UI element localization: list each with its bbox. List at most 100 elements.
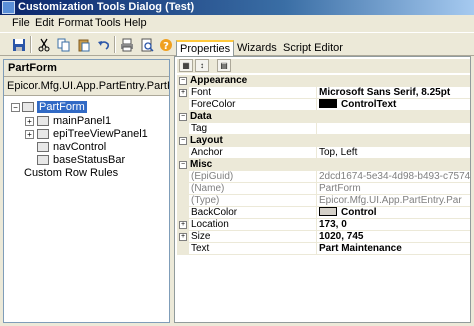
- property-value[interactable]: Part Maintenance: [317, 243, 470, 255]
- tab-wizards[interactable]: Wizards: [234, 41, 280, 56]
- menu-edit[interactable]: Edit: [35, 17, 54, 29]
- expand-icon[interactable]: +: [25, 130, 34, 139]
- cut-icon[interactable]: [35, 36, 52, 53]
- paste-icon[interactable]: [75, 36, 92, 53]
- row-margin: [177, 123, 189, 135]
- statusbar-icon: [37, 155, 49, 165]
- tree-node-label: navControl: [53, 141, 107, 153]
- tree-node-label: epiTreeViewPanel1: [53, 128, 148, 140]
- copy-icon[interactable]: [55, 36, 72, 53]
- expand-icon[interactable]: +: [179, 89, 187, 97]
- property-value[interactable]: 1020, 745: [317, 231, 470, 243]
- print-preview-icon[interactable]: [138, 36, 155, 53]
- tree-node-custom-row-rules[interactable]: Custom Row Rules: [4, 167, 169, 181]
- property-row-backcolor[interactable]: BackColor Control: [177, 207, 470, 219]
- categorized-icon[interactable]: ▦: [179, 59, 193, 72]
- property-name: Size: [189, 231, 317, 243]
- row-margin: [177, 99, 189, 111]
- tree-node-partform[interactable]: − PartForm: [4, 101, 169, 115]
- property-name: Location: [189, 219, 317, 231]
- menu-help[interactable]: Help: [124, 17, 147, 29]
- property-row-epiguid[interactable]: (EpiGuid) 2dcd1674-5e34-4d98-b493-c75747: [177, 171, 470, 183]
- toolbar-separator: [114, 36, 116, 53]
- tree-node-mainpanel1[interactable]: + mainPanel1: [4, 115, 169, 129]
- tree-node-label: mainPanel1: [53, 115, 112, 127]
- row-margin: [177, 243, 189, 255]
- property-pages-icon[interactable]: ▤: [217, 59, 231, 72]
- svg-text:?: ?: [163, 41, 169, 52]
- expand-icon[interactable]: +: [179, 221, 187, 229]
- tree-node-navcontrol[interactable]: navControl: [4, 141, 169, 155]
- object-tree: − PartForm + mainPanel1 + epiTreeViewPan…: [4, 97, 169, 217]
- property-name: (Name): [189, 183, 317, 195]
- property-value[interactable]: Top, Left: [317, 147, 470, 159]
- object-path-field[interactable]: Epicor.Mfg.UI.App.PartEntry.PartFor: [4, 77, 169, 96]
- category-label: Appearance: [190, 75, 248, 86]
- customization-dialog: Customization Tools Dialog (Test) File E…: [0, 0, 474, 326]
- property-row-location[interactable]: + Location 173, 0: [177, 219, 470, 231]
- save-icon[interactable]: [10, 36, 27, 53]
- alphabetical-icon[interactable]: ↕: [195, 59, 209, 72]
- property-name: Font: [189, 87, 317, 99]
- property-value[interactable]: [317, 123, 470, 135]
- category-label: Data: [190, 111, 212, 122]
- property-row-name[interactable]: (Name) PartForm: [177, 183, 470, 195]
- tree-node-basestatusbar[interactable]: baseStatusBar: [4, 154, 169, 168]
- category-appearance[interactable]: − Appearance: [177, 75, 470, 87]
- tab-properties[interactable]: Properties: [176, 40, 235, 57]
- tree-node-epitreeviewpanel1[interactable]: + epiTreeViewPanel1: [4, 128, 169, 142]
- category-data[interactable]: − Data: [177, 111, 470, 123]
- menu-format[interactable]: Format: [58, 17, 93, 29]
- color-swatch: [319, 99, 337, 108]
- property-value-cell[interactable]: Control: [317, 207, 470, 219]
- property-row-anchor[interactable]: Anchor Top, Left: [177, 147, 470, 159]
- title-bar[interactable]: Customization Tools Dialog (Test): [0, 0, 474, 15]
- category-misc[interactable]: − Misc: [177, 159, 470, 171]
- row-margin: [177, 207, 189, 219]
- collapse-icon[interactable]: −: [179, 161, 187, 169]
- menu-file[interactable]: File: [12, 17, 30, 29]
- property-value: 2dcd1674-5e34-4d98-b493-c75747: [317, 171, 470, 183]
- collapse-icon[interactable]: −: [179, 137, 187, 145]
- menu-bar: File Edit Format Tools Help: [0, 15, 474, 32]
- undo-icon[interactable]: [95, 36, 112, 53]
- property-name: ForeColor: [189, 99, 317, 111]
- panel-icon: [37, 129, 49, 139]
- color-swatch: [319, 207, 337, 216]
- property-name: Anchor: [189, 147, 317, 159]
- expand-icon[interactable]: +: [25, 117, 34, 126]
- panel-icon: [37, 116, 49, 126]
- property-value[interactable]: 173, 0: [317, 219, 470, 231]
- row-margin: [177, 195, 189, 207]
- toolbar-separator: [30, 36, 32, 53]
- property-row-font[interactable]: + Font Microsoft Sans Serif, 8.25pt: [177, 87, 470, 99]
- collapse-icon[interactable]: −: [11, 103, 20, 112]
- property-value[interactable]: Microsoft Sans Serif, 8.25pt: [317, 87, 470, 99]
- property-row-type[interactable]: (Type) Epicor.Mfg.UI.App.PartEntry.Par: [177, 195, 470, 207]
- property-row-text[interactable]: Text Part Maintenance: [177, 243, 470, 255]
- row-margin: [177, 171, 189, 183]
- property-name: Text: [189, 243, 317, 255]
- menu-tools[interactable]: Tools: [95, 17, 121, 29]
- category-label: Misc: [190, 159, 213, 170]
- print-icon[interactable]: [118, 36, 135, 53]
- expand-icon[interactable]: +: [179, 233, 187, 241]
- property-name: BackColor: [189, 207, 317, 219]
- property-row-tag[interactable]: Tag: [177, 123, 470, 135]
- editor-panel: Properties Wizards Script Editor ▦ ↕ ▤ −…: [174, 40, 471, 323]
- collapse-icon[interactable]: −: [179, 113, 187, 121]
- category-layout[interactable]: − Layout: [177, 135, 470, 147]
- editor-tabs: Properties Wizards Script Editor: [174, 40, 471, 57]
- help-icon[interactable]: ?: [157, 36, 174, 53]
- property-value-cell[interactable]: ControlText: [317, 99, 470, 111]
- properties-tab-content: ▦ ↕ ▤ − Appearance + Font Microsoft Sans…: [174, 56, 471, 323]
- collapse-icon[interactable]: −: [179, 77, 187, 85]
- property-row-size[interactable]: + Size 1020, 745: [177, 231, 470, 243]
- property-value: Control: [341, 207, 377, 218]
- property-name: (Type): [189, 195, 317, 207]
- tree-node-label: baseStatusBar: [53, 154, 126, 166]
- tree-node-label: Custom Row Rules: [24, 167, 119, 179]
- object-explorer-panel: PartForm Epicor.Mfg.UI.App.PartEntry.Par…: [3, 59, 170, 323]
- tab-script-editor[interactable]: Script Editor: [280, 41, 346, 56]
- property-row-forecolor[interactable]: ForeColor ControlText: [177, 99, 470, 111]
